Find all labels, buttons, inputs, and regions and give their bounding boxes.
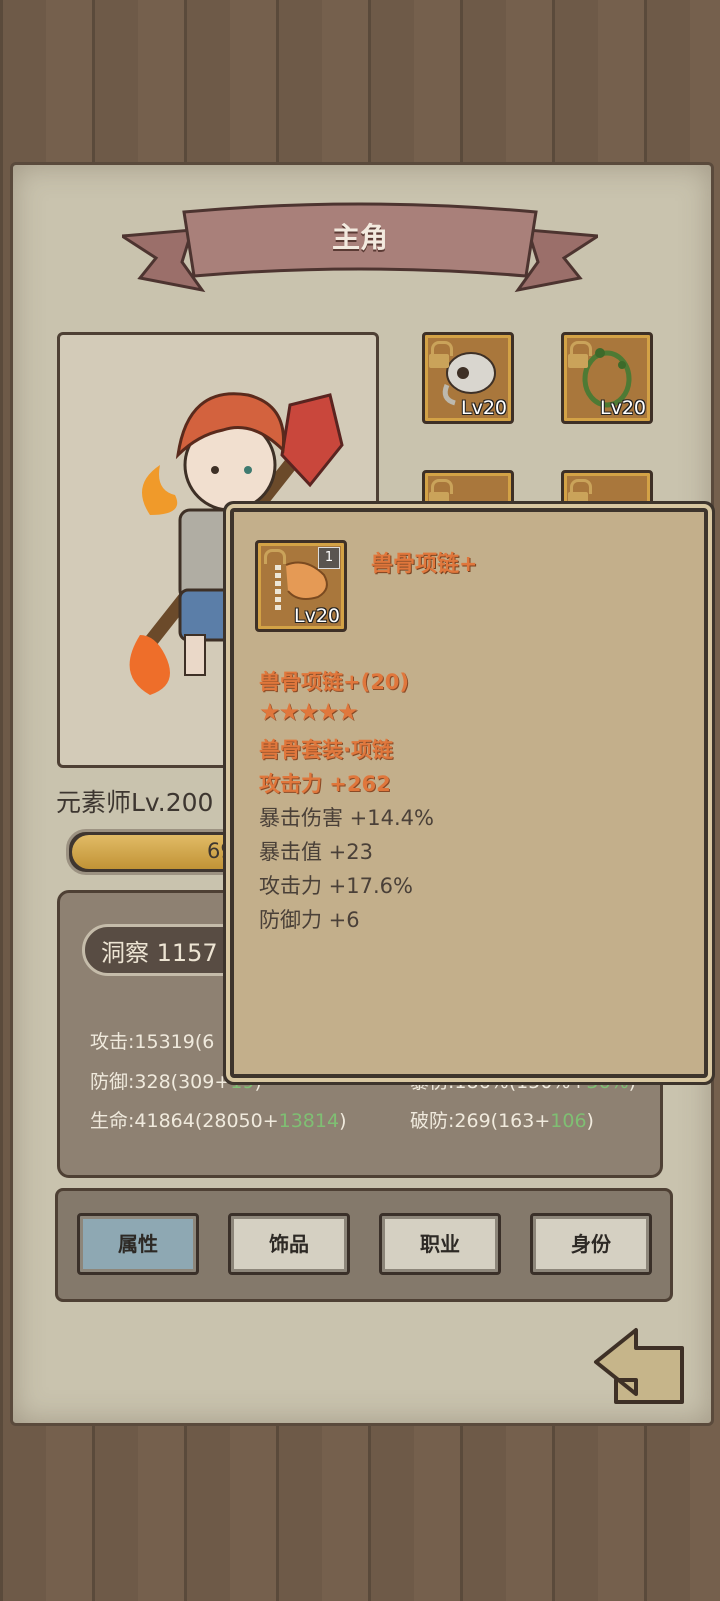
item-name: 兽骨项链+ [371,552,478,577]
lock-icon [429,341,453,368]
slot-level: Lv20 [460,397,507,419]
item-main-stat: 攻击力 +262 [259,772,391,796]
lock-icon [429,479,453,506]
equip-slot-ring[interactable]: Lv20 [561,332,653,424]
slot-level: Lv20 [599,397,646,419]
item-stars: ★★★★★ [259,698,359,726]
item-count-badge: 1 [318,547,340,569]
tab-attributes[interactable]: 属性 [77,1213,199,1275]
item-set-name: 兽骨套装·项链 [259,738,393,762]
lock-icon [568,341,592,368]
stat-hp: 生命:41864(28050+13814) [90,1110,347,1132]
back-arrow-icon[interactable] [586,1322,698,1414]
stat-armor-pen: 破防:269(163+106) [410,1110,594,1132]
item-sub-stat: 暴击伤害 +14.4% [259,806,434,830]
lock-icon [568,479,592,506]
tooltip-item-icon: 1 Lv20 [255,540,347,632]
tab-accessories[interactable]: 饰品 [228,1213,350,1275]
item-sub-stat: 攻击力 +17.6% [259,874,413,898]
item-sub-stat: 防御力 +6 [259,908,360,932]
lock-icon [264,549,286,564]
item-level: Lv20 [293,605,340,627]
hero-class-level: 元素师Lv.200 [56,788,214,817]
equip-slot-helmet[interactable]: Lv20 [422,332,514,424]
item-sub-stat: 暴击值 +23 [259,840,373,864]
tab-profession[interactable]: 职业 [379,1213,501,1275]
page-title: 主角 [331,221,388,254]
stat-attack: 攻击:15319(6 [90,1031,215,1053]
tab-identity[interactable]: 身份 [530,1213,652,1275]
item-full-name: 兽骨项链+(20) [259,670,410,694]
